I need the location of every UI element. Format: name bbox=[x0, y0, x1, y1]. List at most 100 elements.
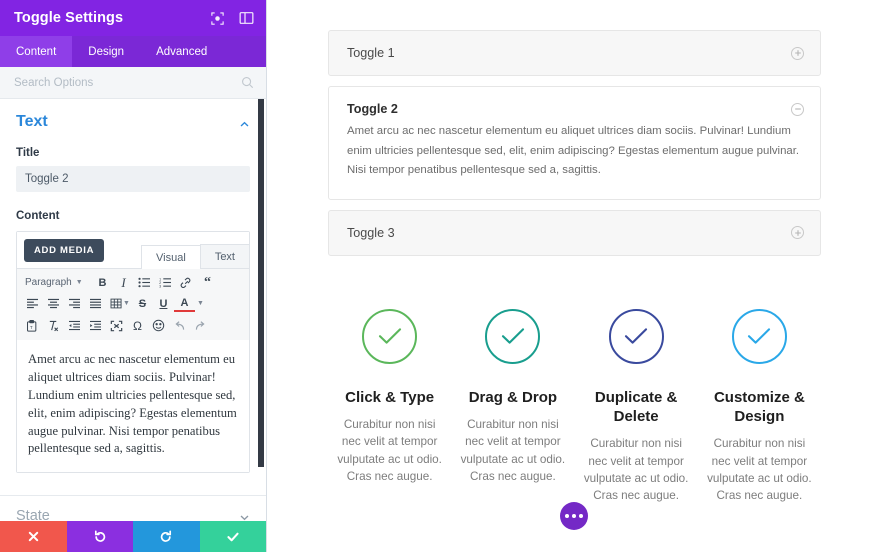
underline-icon[interactable]: U bbox=[153, 294, 174, 313]
feature-title: Click & Type bbox=[345, 388, 435, 406]
text-section: Text Title Content ADD MEDIA Visual Text bbox=[0, 99, 266, 474]
undo-icon bbox=[93, 529, 107, 544]
layout-panel-icon[interactable] bbox=[239, 11, 254, 26]
tab-visual[interactable]: Visual bbox=[141, 245, 201, 269]
app-root: Toggle Settings Content Design Advanced … bbox=[0, 0, 880, 552]
check-icon bbox=[226, 530, 240, 544]
format-select-value: Paragraph bbox=[25, 277, 72, 288]
panel-body: Text Title Content ADD MEDIA Visual Text bbox=[0, 99, 266, 521]
more-options-fab[interactable] bbox=[559, 502, 588, 530]
emoji-icon[interactable] bbox=[148, 316, 169, 335]
special-character-icon[interactable]: Ω bbox=[127, 316, 148, 335]
indent-icon[interactable] bbox=[85, 316, 106, 335]
tab-content[interactable]: Content bbox=[0, 36, 73, 67]
panel-header: Toggle Settings bbox=[0, 0, 266, 36]
minus-circle-icon[interactable] bbox=[791, 102, 804, 116]
redo-icon[interactable] bbox=[190, 316, 211, 335]
toggle-item-3[interactable]: Toggle 3 bbox=[328, 209, 821, 256]
feature-title: Drag & Drop bbox=[468, 388, 558, 406]
chevron-down-icon[interactable]: ▼ bbox=[197, 300, 204, 307]
section-state[interactable]: State bbox=[0, 495, 266, 521]
ellipsis-dot bbox=[571, 514, 576, 518]
search-icon bbox=[241, 76, 254, 89]
toggle-settings-panel: Toggle Settings Content Design Advanced … bbox=[0, 0, 267, 552]
chevron-down-icon[interactable]: ▼ bbox=[123, 300, 130, 307]
align-right-icon[interactable] bbox=[64, 294, 85, 313]
feature-grid: Click & Type Curabitur non nisi nec veli… bbox=[328, 308, 821, 505]
outdent-icon[interactable] bbox=[64, 316, 85, 335]
save-button[interactable] bbox=[199, 521, 266, 552]
content-editor: ADD MEDIA Visual Text Paragraph ▼ B I 1 … bbox=[16, 231, 250, 474]
panel-tabs: Content Design Advanced bbox=[0, 36, 266, 67]
editor-mode-tabs: Visual Text bbox=[141, 244, 250, 269]
feature-description: Curabitur non nisi nec velit at tempor v… bbox=[460, 418, 566, 483]
check-circle-icon bbox=[608, 308, 664, 364]
bold-icon[interactable]: B bbox=[92, 273, 113, 292]
fullscreen-icon[interactable] bbox=[106, 316, 127, 335]
toggle-title: Toggle 2 bbox=[347, 102, 398, 116]
link-icon[interactable] bbox=[176, 273, 197, 292]
text-section-header[interactable]: Text bbox=[16, 113, 250, 131]
numbered-list-icon[interactable]: 1 2 3 bbox=[155, 273, 176, 292]
check-circle-icon bbox=[485, 308, 541, 364]
check-circle-icon bbox=[731, 308, 787, 364]
feature-title: Duplicate & Delete bbox=[594, 388, 678, 426]
title-input[interactable] bbox=[16, 166, 250, 192]
chevron-up-icon[interactable] bbox=[239, 117, 250, 128]
plus-circle-icon[interactable] bbox=[791, 46, 804, 60]
search-input[interactable] bbox=[14, 76, 241, 89]
text-section-title: Text bbox=[16, 113, 48, 130]
blockquote-icon[interactable]: “ bbox=[197, 273, 218, 292]
paste-as-text-icon[interactable]: T bbox=[22, 316, 43, 335]
ellipsis-dot bbox=[564, 514, 569, 518]
close-icon bbox=[27, 530, 40, 543]
tab-advanced[interactable]: Advanced bbox=[140, 36, 223, 67]
plus-circle-icon[interactable] bbox=[791, 226, 804, 240]
align-center-icon[interactable] bbox=[43, 294, 64, 313]
strikethrough-icon[interactable]: S bbox=[132, 294, 153, 313]
panel-scrollbar[interactable] bbox=[258, 99, 265, 521]
cancel-button[interactable] bbox=[0, 521, 67, 552]
section-state-label: State bbox=[16, 507, 50, 521]
panel-header-icons bbox=[210, 11, 254, 26]
toggle-item-1[interactable]: Toggle 1 bbox=[328, 30, 821, 76]
editor-toolbar-row-2: ▼ S U A ▼ bbox=[22, 294, 244, 313]
toggle-title: Toggle 3 bbox=[347, 225, 395, 240]
feature-description: Curabitur non nisi nec velit at tempor v… bbox=[337, 418, 442, 483]
redo-icon bbox=[159, 529, 173, 544]
toggle-header[interactable]: Toggle 1 bbox=[329, 31, 820, 75]
add-media-button[interactable]: ADD MEDIA bbox=[24, 239, 105, 262]
feature-duplicate-and-delete: Duplicate & Delete Curabitur non nisi ne… bbox=[575, 308, 698, 505]
text-color-icon[interactable]: A bbox=[173, 296, 195, 312]
feature-click-and-type: Click & Type Curabitur non nisi nec veli… bbox=[328, 308, 451, 505]
feature-drag-and-drop: Drag & Drop Curabitur non nisi nec velit… bbox=[451, 308, 574, 505]
tab-text[interactable]: Text bbox=[199, 244, 250, 268]
editor-text-area[interactable]: Amet arcu ac nec nascetur elementum eu a… bbox=[17, 340, 249, 473]
toggle-header[interactable]: Toggle 3 bbox=[329, 211, 820, 255]
page-title: Toggle Settings bbox=[14, 10, 124, 26]
italic-icon[interactable]: I bbox=[113, 273, 134, 292]
check-circle-icon bbox=[362, 308, 418, 364]
align-justify-icon[interactable] bbox=[85, 294, 106, 313]
target-icon[interactable] bbox=[210, 11, 225, 26]
feature-customize-and-design: Customize & Design Curabitur non nisi ne… bbox=[698, 308, 821, 505]
editor-toolbar-row-3: T Ω bbox=[22, 316, 244, 335]
format-select[interactable]: Paragraph ▼ bbox=[22, 277, 92, 288]
undo-button[interactable] bbox=[66, 521, 133, 552]
redo-button[interactable] bbox=[133, 521, 200, 552]
undo-icon[interactable] bbox=[169, 316, 190, 335]
title-field-label: Title bbox=[16, 147, 40, 159]
tab-design[interactable]: Design bbox=[72, 36, 140, 67]
content-field-label: Content bbox=[16, 210, 60, 222]
editor-toolbar-row-1: Paragraph ▼ B I 1 2 3 “ bbox=[22, 273, 244, 292]
clear-formatting-icon[interactable] bbox=[43, 316, 64, 335]
panel-scrollbar-thumb[interactable] bbox=[258, 99, 264, 467]
bulleted-list-icon[interactable] bbox=[134, 273, 155, 292]
ellipsis-dot bbox=[578, 514, 583, 518]
toggle-body: Amet arcu ac nec nascetur elementum eu a… bbox=[347, 125, 800, 177]
align-left-icon[interactable] bbox=[22, 294, 43, 313]
toggle-item-2[interactable]: Toggle 2 Amet arcu ac nec nascetur eleme… bbox=[328, 86, 821, 200]
chevron-down-icon[interactable] bbox=[239, 510, 250, 521]
toggle-header[interactable]: Toggle 2 bbox=[329, 87, 820, 122]
page-content: Toggle 1 Toggle 2 Amet arcu ac nec nasce… bbox=[267, 0, 880, 552]
